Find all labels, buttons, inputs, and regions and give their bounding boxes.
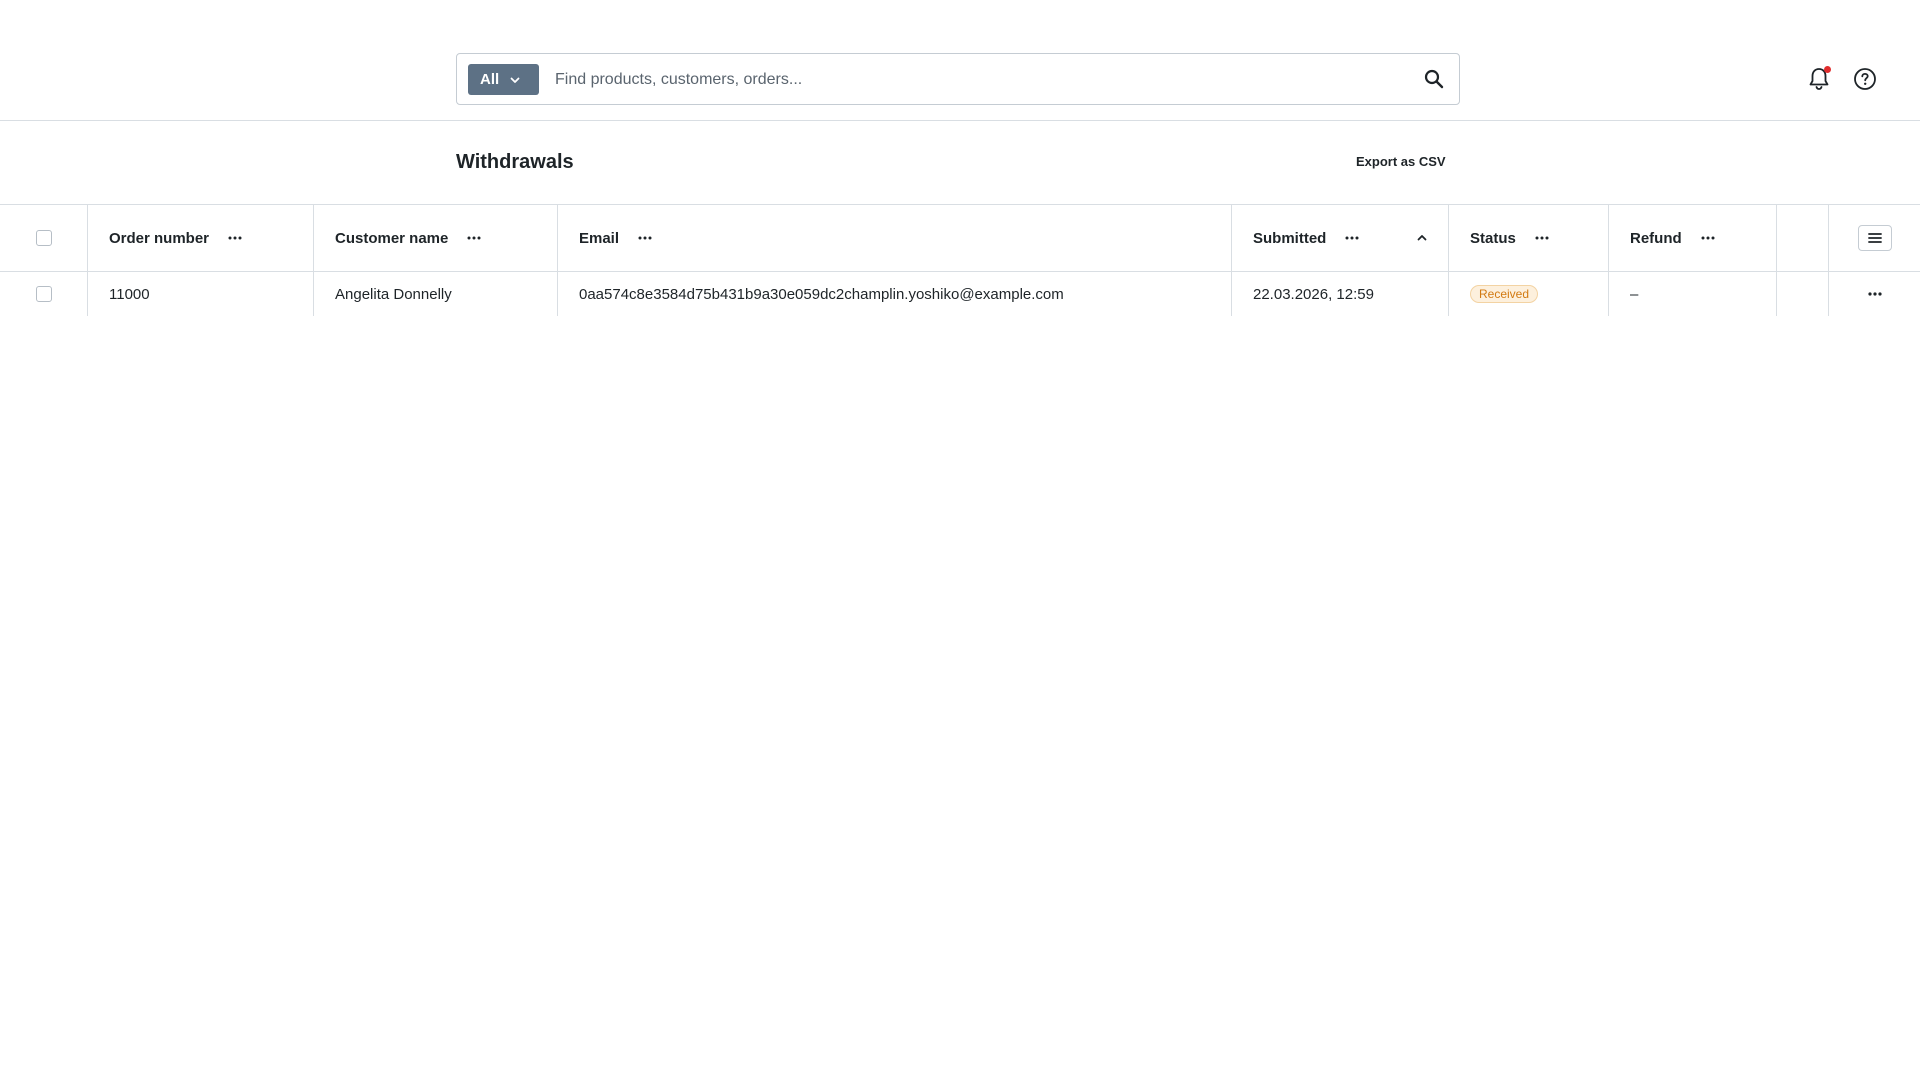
- search-icon[interactable]: [1423, 68, 1445, 90]
- more-horizontal-icon[interactable]: [466, 230, 482, 246]
- column-header-email[interactable]: Email: [558, 205, 1232, 271]
- table-row[interactable]: 11000 Angelita Donnelly 0aa574c8e3584d75…: [0, 272, 1920, 316]
- row-spacer-cell: [1777, 272, 1829, 316]
- search-scope-dropdown[interactable]: All: [468, 64, 539, 95]
- top-bar: All: [0, 0, 1920, 121]
- column-settings-button[interactable]: [1857, 225, 1892, 251]
- column-header-order-number[interactable]: Order number: [88, 205, 314, 271]
- export-csv-button[interactable]: Export as CSV: [1356, 154, 1446, 169]
- column-header-label: Customer name: [335, 229, 449, 247]
- column-header-label: Email: [579, 229, 620, 247]
- cell-submitted: 22.03.2026, 12:59: [1232, 272, 1449, 316]
- chevron-down-icon: [510, 77, 520, 83]
- global-search: All: [456, 53, 1460, 105]
- cell-refund: –: [1609, 272, 1777, 316]
- cell-email[interactable]: 0aa574c8e3584d75b431b9a30e059dc2champlin…: [558, 272, 1232, 316]
- column-header-submitted[interactable]: Submitted: [1232, 205, 1449, 271]
- header-spacer-cell: [1777, 205, 1829, 271]
- select-all-checkbox[interactable]: [35, 230, 52, 246]
- column-header-label: Status: [1470, 229, 1516, 247]
- cell-order-number[interactable]: 11000: [88, 272, 314, 316]
- column-header-status[interactable]: Status: [1449, 205, 1609, 271]
- search-scope-label: All: [480, 71, 500, 88]
- column-header-label: Refund: [1630, 229, 1682, 247]
- header-select-cell: [0, 205, 88, 271]
- row-select-cell: [0, 272, 88, 316]
- more-horizontal-icon[interactable]: [1867, 292, 1882, 296]
- notification-dot: [1824, 66, 1831, 73]
- column-settings-icon: [1867, 233, 1882, 243]
- cell-customer-name[interactable]: Angelita Donnelly: [314, 272, 558, 316]
- search-input[interactable]: [555, 64, 1395, 95]
- column-header-label: Order number: [109, 229, 210, 247]
- more-horizontal-icon[interactable]: [637, 230, 653, 246]
- more-horizontal-icon[interactable]: [1344, 230, 1360, 246]
- status-badge: Received: [1470, 285, 1539, 303]
- cell-status: Received: [1449, 272, 1609, 316]
- withdrawals-table: Order number Customer name Email Submitt…: [0, 204, 1920, 316]
- help-icon[interactable]: [1853, 67, 1877, 91]
- row-actions-cell: [1829, 272, 1920, 316]
- column-header-label: Submitted: [1253, 229, 1327, 247]
- column-header-refund[interactable]: Refund: [1609, 205, 1777, 271]
- more-horizontal-icon[interactable]: [227, 230, 243, 246]
- header-actions-cell: [1829, 205, 1920, 271]
- sort-ascending-icon[interactable]: [1416, 232, 1428, 244]
- column-header-customer-name[interactable]: Customer name: [314, 205, 558, 271]
- more-horizontal-icon[interactable]: [1534, 230, 1550, 246]
- page-title: Withdrawals: [456, 151, 574, 173]
- row-checkbox[interactable]: [35, 286, 52, 302]
- more-horizontal-icon[interactable]: [1700, 230, 1716, 246]
- table-header-row: Order number Customer name Email Submitt…: [0, 205, 1920, 272]
